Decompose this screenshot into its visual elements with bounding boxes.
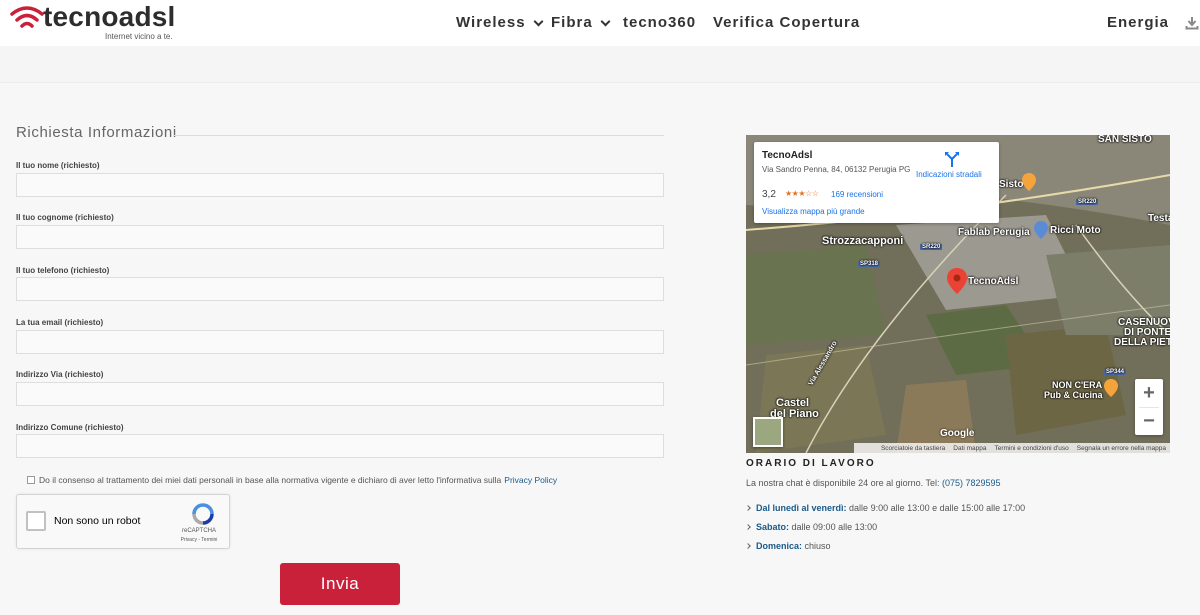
place-name: TecnoAdsl [762,150,813,161]
consent-text: Do il consenso al trattamento dei miei d… [39,475,502,485]
google-logo: Google [940,428,975,439]
hours-item: Domenica: chiuso [745,541,831,551]
phone-link[interactable]: (075) 7829595 [942,478,1001,488]
street-field[interactable] [16,382,664,406]
form-title: Richiesta Informazioni [16,124,177,141]
nav-item-label: Energia [1107,14,1170,31]
map-label: Testa [1148,213,1170,224]
hours-intro-text: La nostra chat è disponibile 24 ore al g… [746,478,940,488]
wifi-logo-icon [10,6,44,28]
recaptcha-widget: Non sono un robot reCAPTCHA Privacy - Te… [16,494,230,549]
zoom-out-button[interactable]: − [1135,407,1163,435]
submit-button[interactable]: Invia [280,563,400,605]
email-field[interactable] [16,330,664,354]
map-label: Fablab Perugia [958,227,1030,238]
email-label: La tua email (richiesto) [16,318,104,327]
hours-day: Domenica: [756,541,803,551]
map-label: Sisto [999,179,1024,190]
header-band [0,46,1200,82]
recaptcha-brand: reCAPTCHA [181,528,216,534]
privacy-policy-link[interactable]: Privacy Policy [504,475,557,485]
road-sign: SP344 [1104,369,1127,375]
map-label: NON C'ERA [1052,380,1103,390]
surname-label: Il tuo cognome (richiesto) [16,213,114,222]
map-type-toggle[interactable] [753,417,783,447]
phone-field[interactable] [16,277,664,301]
road-sign: SP318 [858,261,881,267]
hours-item: Dal lunedì al venerdì: dalle 9:00 alle 1… [745,503,1026,513]
nav-item-tecno360[interactable]: tecno360 [623,14,696,31]
map-label: SAN SISTO [1098,135,1152,145]
hours-item: Sabato: dalle 09:00 alle 13:00 [745,522,878,532]
directions-icon[interactable] [944,151,960,167]
map-embed[interactable]: SAN SISTO Sisto Testa Strozzacapponi Fab… [746,135,1170,453]
place-info-card: TecnoAdsl Via Sandro Penna, 84, 06132 Pe… [754,142,999,223]
chevron-down-icon [533,16,544,27]
map-label: Ricci Moto [1050,225,1101,236]
zoom-control: + − [1135,379,1163,435]
map-data-link[interactable]: Dati mappa [953,445,986,452]
hours-time: chiuso [804,541,831,551]
recaptcha-icon [192,503,214,525]
report-error-link[interactable]: Segnala un errore nella mappa [1077,445,1166,452]
consent-checkbox[interactable] [27,476,35,484]
surname-field[interactable] [16,225,664,249]
directions-link[interactable]: Indicazioni stradali [916,170,988,179]
city-field[interactable] [16,434,664,458]
map-pin-icon[interactable] [947,268,967,294]
title-divider [174,135,664,136]
consent-row: Do il consenso al trattamento dei miei d… [27,474,557,486]
restaurant-pin-icon [1104,379,1118,397]
chevron-right-icon [745,505,751,511]
brand-tagline: Internet vicino a te. [105,32,173,41]
site-header: tecnoadsl Internet vicino a te. Wireless… [0,0,1200,46]
name-field[interactable] [16,173,664,197]
larger-map-link[interactable]: Visualizza mappa più grande [762,207,865,216]
name-label: Il tuo nome (richiesto) [16,161,100,170]
zoom-in-button[interactable]: + [1135,379,1163,407]
nav-item-label: Wireless [456,14,526,31]
download-icon[interactable] [1185,16,1199,30]
shop-pin-icon [1034,221,1048,239]
hours-day: Dal lunedì al venerdì: [756,503,847,513]
place-address: Via Sandro Penna, 84, 06132 Perugia PG [762,165,911,174]
keyboard-shortcuts-link[interactable]: Scorciatoie da tastiera [881,445,945,452]
phone-label: Il tuo telefono (richiesto) [16,266,110,275]
hours-time: dalle 09:00 alle 13:00 [791,522,878,532]
reviews-link[interactable]: 169 recensioni [831,190,883,199]
chevron-down-icon [600,16,611,27]
map-label: Strozzacapponi [822,235,904,247]
map-label: Pub & Cucina [1044,390,1103,400]
hours-time: dalle 9:00 alle 13:00 e dalle 15:00 alle… [849,503,1026,513]
hours-day: Sabato: [756,522,790,532]
road-sign: SR220 [1076,199,1099,205]
nav-item-label: Fibra [551,14,593,31]
recaptcha-links[interactable]: Privacy - Termini [169,537,229,543]
nav-item-energia[interactable]: Energia [1107,14,1169,31]
brand-logo[interactable]: tecnoadsl Internet vicino a te. [10,1,210,44]
rating-stars-icon: ★★★☆☆ [785,189,819,198]
city-label: Indirizzo Comune (richiesto) [16,423,124,432]
recaptcha-checkbox[interactable] [26,511,46,531]
map-label: TecnoAdsl [968,276,1019,287]
map-label: DELLA PIETRA [1114,337,1170,348]
chevron-right-icon [745,543,751,549]
hours-title: ORARIO DI LAVORO [746,458,876,469]
nav-item-label: Verifica Copertura [713,14,861,31]
hours-intro: La nostra chat è disponibile 24 ore al g… [746,478,1001,488]
street-label: Indirizzo Via (richiesto) [16,370,104,379]
place-rating: 3,2 [762,189,776,200]
restaurant-pin-icon [1022,173,1036,191]
terms-link[interactable]: Termini e condizioni d'uso [995,445,1069,452]
recaptcha-label: Non sono un robot [54,515,141,527]
brand-name: tecnoadsl [43,1,176,32]
nav-item-verifica-copertura[interactable]: Verifica Copertura [713,14,860,31]
nav-item-fibra[interactable]: Fibra [551,14,611,31]
chevron-right-icon [745,524,751,530]
map-footer: Scorciatoie da tastiera Dati mappa Termi… [854,443,1170,453]
nav-item-label: tecno360 [623,14,697,31]
nav-item-wireless[interactable]: Wireless [456,14,544,31]
road-sign: SR220 [920,244,943,250]
